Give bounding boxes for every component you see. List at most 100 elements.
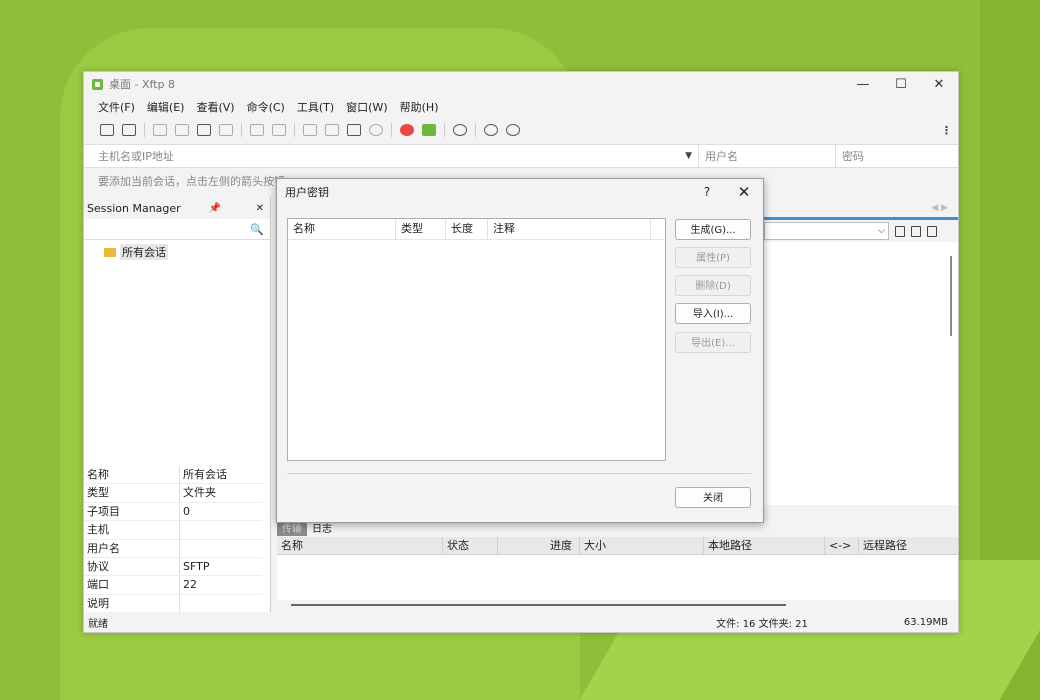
session-search[interactable]: 🔍 — [84, 219, 270, 240]
refresh-icon[interactable] — [927, 225, 937, 237]
sync-left-icon[interactable] — [250, 124, 264, 136]
property-row: 说明 — [84, 594, 262, 614]
user-key-dialog: 用户密钥 ? ✕ 名称 类型 长度 注释 生成(G)... 属性(P) 删除(D… — [276, 178, 764, 523]
search-icon[interactable]: 🔍 — [250, 223, 264, 236]
dialog-close-icon[interactable]: ✕ — [725, 183, 763, 201]
new-window-icon[interactable] — [197, 124, 211, 136]
key-list-header: 名称 类型 长度 注释 — [288, 219, 665, 240]
property-row: 子项目 0 — [84, 502, 262, 522]
col-key-name[interactable]: 名称 — [288, 219, 396, 239]
transfer-header: 名称 状态 进度 大小 本地路径 <-> 远程路径 — [277, 537, 958, 555]
menu-edit[interactable]: 编辑(E) — [147, 99, 185, 115]
menu-tools[interactable]: 工具(T) — [297, 99, 334, 115]
transfer-panel: 传输 日志 名称 状态 进度 大小 本地路径 <-> 远程路径 — [277, 519, 958, 615]
property-row: 名称 所有会话 — [84, 466, 262, 485]
xshell-icon[interactable] — [400, 124, 414, 136]
horizontal-scrollbar[interactable] — [291, 604, 786, 606]
title-bar: 桌面 - Xftp 8 — ☐ ✕ — [84, 72, 958, 96]
path-combobox[interactable]: ⌵ — [764, 222, 889, 240]
username-placeholder: 用户名 — [705, 150, 738, 163]
folder-icon — [104, 247, 116, 257]
play-icon[interactable] — [219, 124, 233, 136]
minimize-button[interactable]: — — [844, 77, 882, 92]
generate-button[interactable]: 生成(G)... — [675, 219, 751, 240]
dialog-close-button[interactable]: 关闭 — [675, 487, 751, 508]
maximize-button[interactable]: ☐ — [882, 77, 920, 92]
status-size: 63.19MB — [903, 616, 948, 628]
connect-icon[interactable] — [153, 124, 167, 136]
globe-icon[interactable] — [369, 124, 383, 136]
dialog-title: 用户密钥 — [285, 186, 329, 199]
more-options-icon[interactable]: ⋮ — [941, 124, 952, 137]
menu-help[interactable]: 帮助(H) — [400, 99, 439, 115]
property-row: 用户名 — [84, 539, 262, 558]
delete-button[interactable]: 删除(D) — [675, 275, 751, 296]
password-input[interactable]: 密码 — [836, 148, 864, 164]
bookmark-icon[interactable] — [895, 225, 905, 237]
list-view-icon[interactable] — [347, 124, 361, 136]
xftp-icon[interactable] — [422, 124, 436, 136]
vertical-scrollbar[interactable] — [950, 256, 952, 336]
menu-view[interactable]: 查看(V) — [196, 99, 234, 115]
settings-gear-icon[interactable] — [453, 124, 467, 136]
menu-window[interactable]: 窗口(W) — [346, 99, 387, 115]
status-ready: 就绪 — [88, 618, 108, 630]
dialog-help-button[interactable]: ? — [689, 185, 725, 199]
session-manager-title: Session Manager — [87, 201, 181, 215]
menu-command[interactable]: 命令(C) — [247, 99, 285, 115]
col-status[interactable]: 状态 — [443, 537, 498, 554]
transfer-list[interactable] — [277, 555, 958, 606]
host-input[interactable]: 主机名或IP地址 ▼ — [84, 145, 699, 167]
properties-table: 名称 所有会话 类型 文件夹 子项目 0 主机 用户名 协议 SFTP 端口 22 说明 — [84, 466, 262, 614]
password-placeholder: 密码 — [842, 150, 864, 163]
property-row: 端口 22 — [84, 576, 262, 595]
chevron-down-icon[interactable]: ⌵ — [878, 226, 885, 236]
import-button[interactable]: 导入(I)... — [675, 303, 751, 324]
paste-icon[interactable] — [325, 124, 339, 136]
chat-icon[interactable] — [506, 124, 520, 136]
tree-label: 所有会话 — [120, 244, 168, 260]
col-name[interactable]: 名称 — [277, 537, 443, 554]
col-direction[interactable]: <-> — [825, 537, 859, 554]
xftp-app-icon — [92, 78, 103, 90]
property-row: 主机 — [84, 521, 262, 540]
properties-button[interactable]: 属性(P) — [675, 247, 751, 268]
col-size[interactable]: 大小 — [580, 537, 704, 554]
col-key-type[interactable]: 类型 — [396, 219, 446, 239]
status-bar: 就绪 文件: 16 文件夹: 21 63.19MB — [84, 612, 958, 632]
toolbar: ⋮ — [84, 118, 958, 142]
menu-file[interactable]: 文件(F) — [98, 99, 135, 115]
new-session-icon[interactable] — [100, 124, 114, 136]
remote-file-panel: ◀ ▶ ⌵ — [764, 203, 958, 512]
host-dropdown-icon[interactable]: ▼ — [685, 151, 692, 161]
pin-icon[interactable]: 📌 — [209, 203, 221, 214]
disconnect-icon[interactable] — [175, 124, 189, 136]
copy-icon[interactable] — [303, 124, 317, 136]
col-key-length[interactable]: 长度 — [446, 219, 488, 239]
hint-text: 要添加当前会话，点击左侧的箭头按钮 — [98, 175, 285, 188]
menu-bar: 文件(F) 编辑(E) 查看(V) 命令(C) 工具(T) 窗口(W) 帮助(H… — [84, 96, 958, 118]
remote-file-list[interactable] — [764, 242, 958, 505]
property-row: 类型 文件夹 — [84, 484, 262, 503]
col-remote-path[interactable]: 远程路径 — [859, 537, 958, 554]
tree-item-all-sessions[interactable]: 所有会话 — [84, 243, 270, 261]
panel-close-icon[interactable]: ✕ — [256, 203, 264, 214]
col-key-comment[interactable]: 注释 — [488, 219, 651, 239]
col-local-path[interactable]: 本地路径 — [704, 537, 825, 554]
tab-scroll-arrows[interactable]: ◀ ▶ — [931, 203, 948, 213]
open-folder-icon[interactable] — [122, 124, 136, 136]
status-file-count: 文件: 16 文件夹: 21 — [716, 618, 808, 630]
address-bar: 主机名或IP地址 ▼ 用户名 密码 — [84, 144, 958, 168]
help-icon[interactable] — [484, 124, 498, 136]
export-button[interactable]: 导出(E)... — [675, 332, 751, 353]
col-progress[interactable]: 进度 — [498, 537, 580, 554]
host-placeholder: 主机名或IP地址 — [98, 150, 174, 163]
property-row: 协议 SFTP — [84, 557, 262, 577]
username-input[interactable]: 用户名 — [699, 145, 836, 167]
key-list[interactable]: 名称 类型 长度 注释 — [287, 218, 666, 461]
close-button[interactable]: ✕ — [920, 77, 958, 92]
dialog-separator — [287, 473, 751, 474]
sync-right-icon[interactable] — [272, 124, 286, 136]
dialog-title-bar: 用户密钥 ? ✕ — [277, 179, 763, 205]
new-folder-icon[interactable] — [911, 225, 921, 237]
